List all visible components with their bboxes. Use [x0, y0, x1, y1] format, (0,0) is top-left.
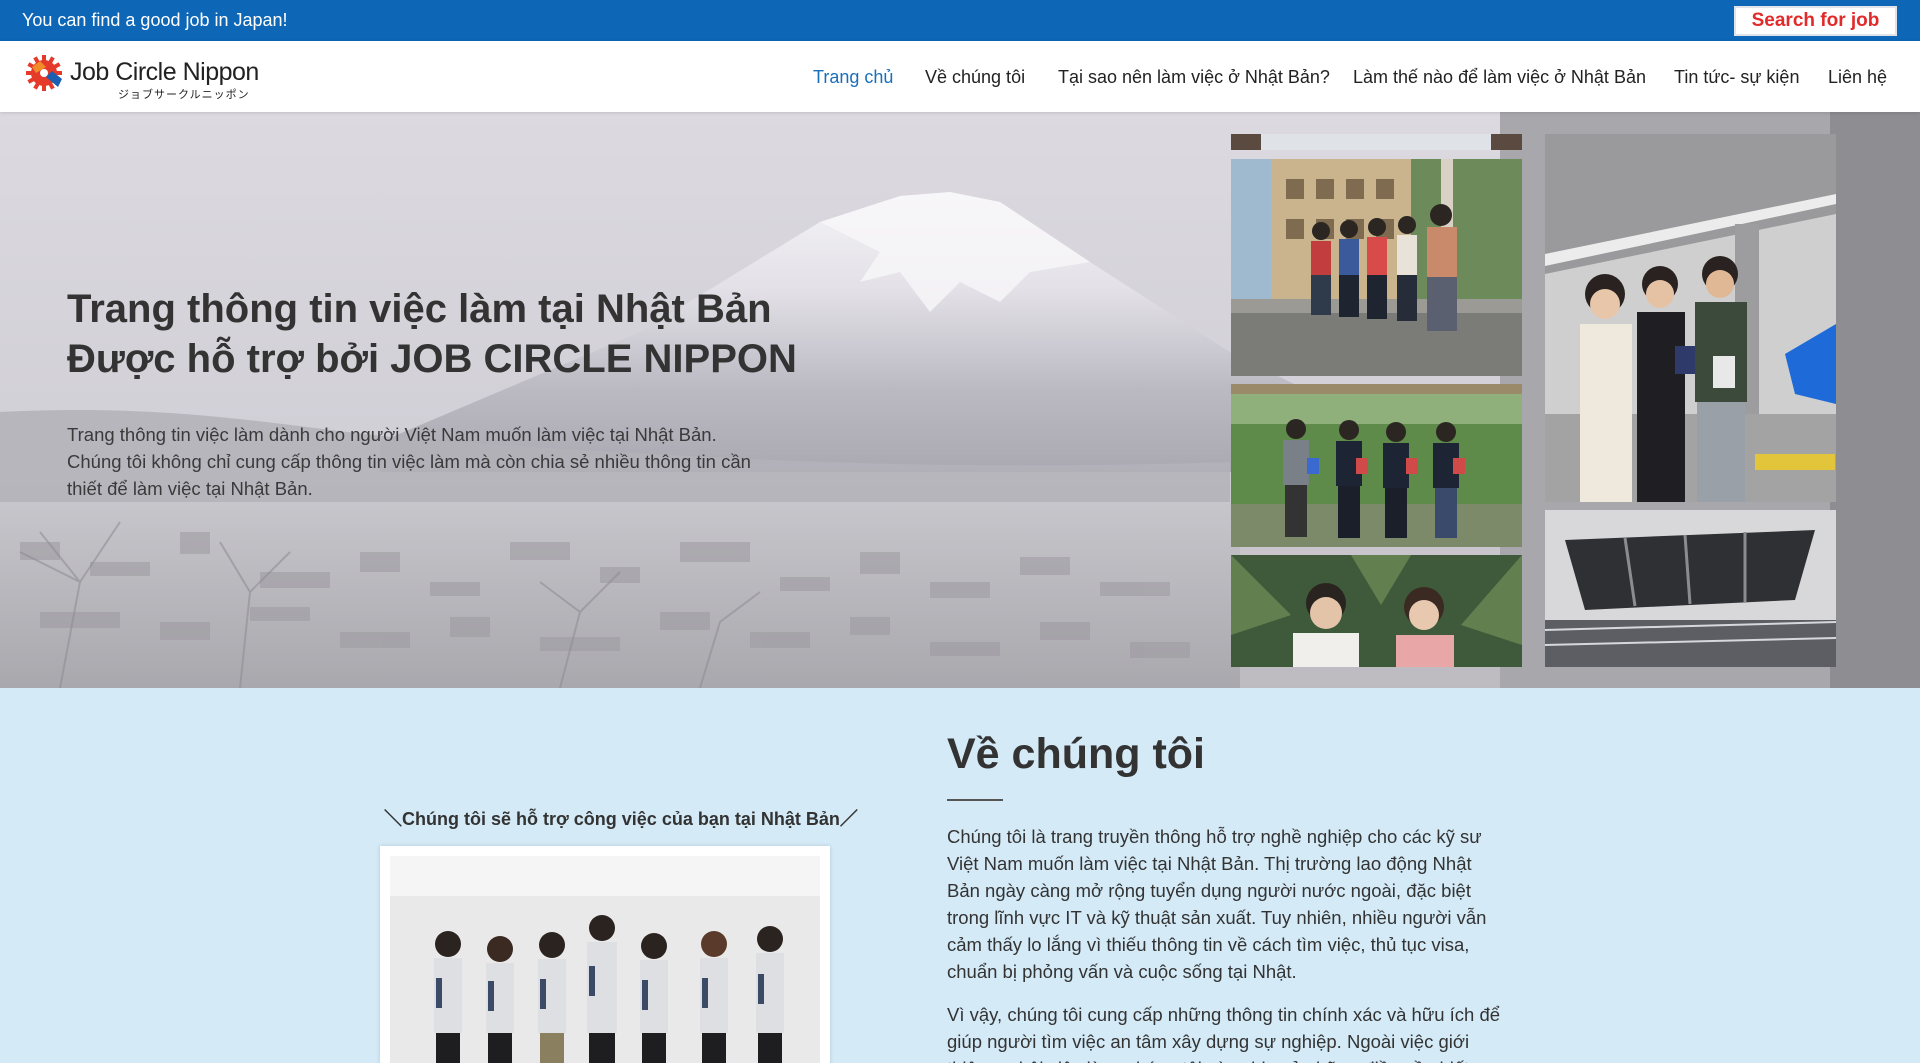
nav-why-japan[interactable]: Tại sao nên làm việc ở Nhật Bản?: [1058, 67, 1330, 88]
hero-desc-line3: thiết để làm việc tại Nhật Bản.: [67, 478, 313, 499]
team-photo: [380, 846, 830, 1063]
top-tagline: You can find a good job in Japan!: [22, 10, 288, 30]
about-title-divider: [947, 799, 1003, 801]
site-logo[interactable]: Job Circle Nippon ジョブサークルニッポン: [24, 53, 284, 101]
about-paragraph-1: Chúng tôi là trang truyền thông hỗ trợ n…: [947, 826, 1487, 982]
hero-section: Trang thông tin việc làm tại Nhật Bản Đư…: [0, 112, 1920, 688]
hero-desc-line1: Trang thông tin việc làm dành cho người …: [67, 424, 717, 445]
about-photo-caption: ＼Chúng tôi sẽ hỗ trợ công việc của bạn t…: [384, 809, 858, 829]
logo-gear-icon: [26, 55, 62, 91]
hero-title: Trang thông tin việc làm tại Nhật Bản Đư…: [67, 284, 797, 384]
photo-strip-top: [1231, 134, 1522, 150]
about-section: ＼Chúng tôi sẽ hỗ trợ công việc của bạn t…: [0, 688, 1920, 1063]
top-bar: You can find a good job in Japan! Search…: [0, 0, 1920, 41]
photo-airport-ceiling: [1545, 510, 1836, 667]
search-for-job-button[interactable]: Search for job: [1734, 6, 1897, 36]
about-title: Về chúng tôi: [947, 730, 1205, 778]
photo-group-books: [1231, 384, 1522, 547]
nav-news-events[interactable]: Tin tức- sự kiện: [1674, 67, 1799, 88]
nav-about[interactable]: Về chúng tôi: [925, 67, 1025, 88]
hero-description: Trang thông tin việc làm dành cho người …: [67, 421, 807, 502]
logo-name: Job Circle Nippon: [70, 58, 259, 86]
about-paragraph-2: Vì vậy, chúng tôi cung cấp những thông t…: [947, 1004, 1501, 1063]
hero-title-line1: Trang thông tin việc làm tại Nhật Bản: [67, 287, 772, 331]
photo-group-sitting: [1231, 159, 1522, 376]
logo-kana: ジョブサークルニッポン: [118, 89, 250, 101]
hero-desc-line2: Chúng tôi không chỉ cung cấp thông tin v…: [67, 451, 751, 472]
photo-airport-group: [1545, 134, 1836, 502]
main-navbar: Job Circle Nippon ジョブサークルニッポン Trang chủ …: [0, 41, 1920, 112]
photo-two-people: [1231, 555, 1522, 667]
nav-home[interactable]: Trang chủ: [813, 67, 893, 88]
hero-title-line2: Được hỗ trợ bởi JOB CIRCLE NIPPON: [67, 337, 797, 381]
nav-how-to-work[interactable]: Làm thế nào để làm việc ở Nhật Bản: [1353, 67, 1646, 88]
nav-contact[interactable]: Liên hệ: [1828, 67, 1887, 88]
